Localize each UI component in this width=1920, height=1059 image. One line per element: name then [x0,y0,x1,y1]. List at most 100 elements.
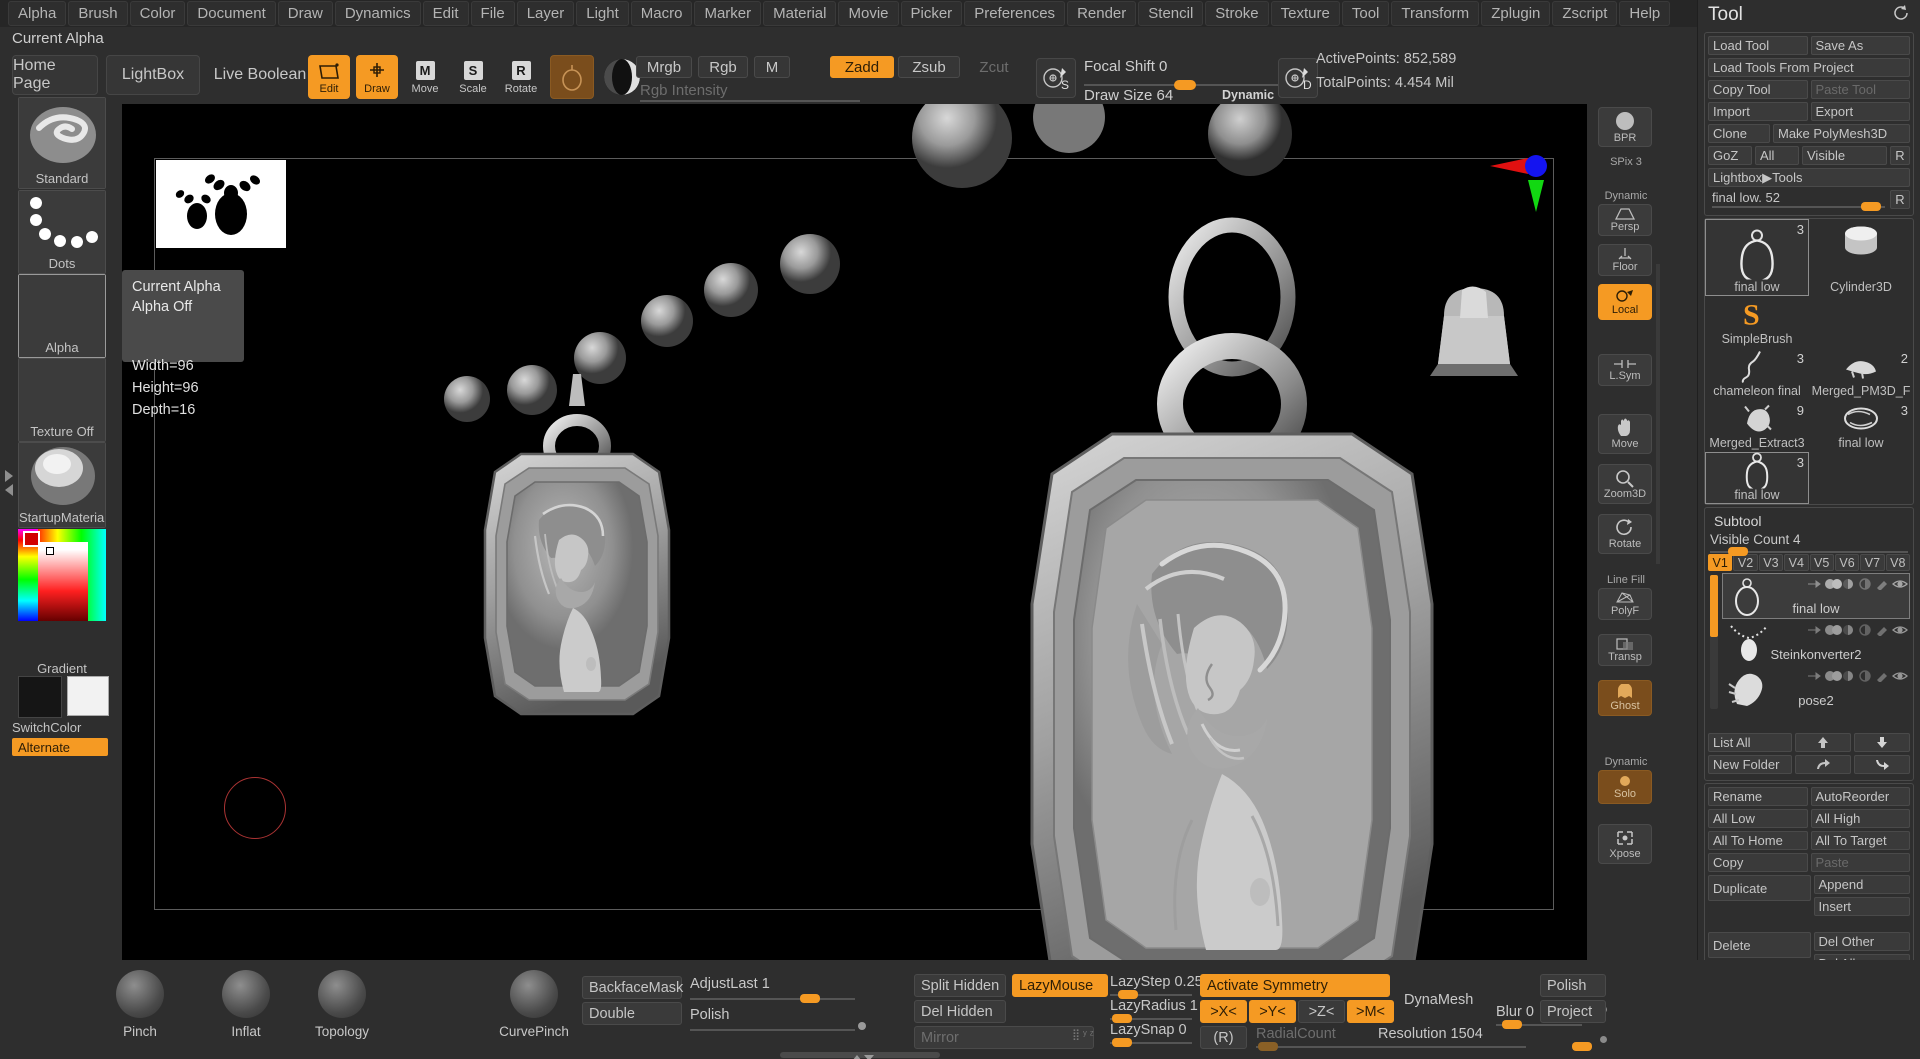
all-to-home-button[interactable]: All To Home [1708,831,1808,850]
solo-button[interactable]: Solo [1598,770,1652,804]
clone-button[interactable]: Clone [1708,124,1770,143]
alpha-selector[interactable]: Alpha [18,274,106,358]
visible-count-track[interactable] [1710,547,1908,556]
goz-button[interactable]: GoZ [1708,146,1752,165]
zcut-button[interactable]: Zcut [964,56,1024,78]
topology-brush-icon[interactable] [318,970,366,1018]
texture-selector[interactable]: Texture Off [18,358,106,442]
resolution-indicator[interactable] [1600,1036,1607,1043]
backfacemask-button[interactable]: BackfaceMask [582,976,683,999]
viewport-canvas[interactable] [122,104,1587,960]
menu-item-render[interactable]: Render [1067,1,1137,26]
all-to-target-button[interactable]: All To Target [1810,831,1910,850]
resolution-track[interactable] [1378,1046,1526,1048]
reset-icon[interactable] [1892,4,1910,27]
switch-color[interactable] [18,676,109,718]
ghost-button[interactable]: Ghost [1598,680,1652,716]
adjustlast-track[interactable] [690,998,855,1000]
rotate-button[interactable]: R Rotate [500,55,542,99]
lightbox-tools-button[interactable]: Lightbox▶Tools [1708,168,1910,187]
visibility-toggle-icon-2[interactable] [1824,623,1842,635]
menu-item-alpha[interactable]: Alpha [8,1,67,26]
tool-thumb-final-low-2[interactable]: 3 final low [1809,400,1913,452]
menu-item-zplugin[interactable]: Zplugin [1481,1,1551,26]
draw-size-label[interactable]: Draw Size 64 [1084,87,1173,104]
subtool-tab-v2[interactable]: V2 [1733,554,1758,571]
menu-item-picker[interactable]: Picker [900,1,963,26]
draw-size-dynamic-toggle[interactable]: S [1036,58,1076,98]
eye-icon-3[interactable] [1892,669,1908,681]
insert-button[interactable]: Insert [1813,897,1910,916]
contrast-icon[interactable] [1858,577,1872,590]
rgb-intensity-track[interactable] [640,100,860,102]
split-hidden-button[interactable]: Split Hidden [914,974,1006,997]
primary-color[interactable] [18,676,62,718]
polyf-button[interactable]: PolyF [1598,588,1652,620]
menu-item-stencil[interactable]: Stencil [1138,1,1204,26]
subtool-tab-v1[interactable]: V1 [1708,554,1733,571]
blur-label[interactable]: Blur 0 [1496,1004,1534,1020]
menu-item-texture[interactable]: Texture [1270,1,1340,26]
floor-button[interactable]: Floor [1598,244,1652,276]
m-button[interactable]: M [754,56,790,78]
tool-thumb-simplebrush[interactable]: S SimpleBrush [1705,296,1809,348]
subtool-item-steinkonverter2[interactable]: Steinkonverter2 [1722,619,1910,665]
lightbox-button[interactable]: LightBox [106,55,200,95]
subtool-row-icons-3[interactable] [1807,669,1908,683]
menu-item-help[interactable]: Help [1619,1,1671,26]
draw-button[interactable]: Draw [356,55,398,99]
scroll-arrows[interactable] [844,1050,880,1059]
move-down-button[interactable] [1854,733,1910,752]
rename-button[interactable]: Rename [1708,787,1808,806]
menu-item-brush[interactable]: Brush [68,1,128,26]
subtool-list[interactable]: final low Steinkonverter2 pose2 [1708,573,1910,729]
dynamic-label[interactable]: Dynamic [1222,88,1274,102]
subtool-tab-v3[interactable]: V3 [1758,554,1784,571]
half-circle-icon-2[interactable] [1841,623,1855,635]
canvas-scroll-handle[interactable] [1654,264,1662,569]
lazymouse-button[interactable]: LazyMouse [1012,974,1108,997]
subtool-scrollbar-thumb[interactable] [1710,575,1718,637]
focal-shift-knob[interactable] [1174,80,1196,90]
duplicate-button[interactable]: Duplicate [1708,875,1811,901]
zoom3d-button[interactable]: Zoom3D [1598,464,1652,504]
subtool-row-icons[interactable] [1807,577,1908,591]
scale-button[interactable]: S Scale [452,55,494,99]
subtool-tab-v4[interactable]: V4 [1784,554,1809,571]
alternate-button[interactable]: Alternate [12,738,108,756]
activate-symmetry-button[interactable]: Activate Symmetry [1200,974,1390,997]
del-hidden-button[interactable]: Del Hidden [914,1000,1006,1023]
eye-icon-2[interactable] [1892,623,1908,635]
axis-gizmo[interactable] [1488,152,1548,227]
spix-label[interactable]: SPix 3 [1588,156,1664,168]
menu-item-color[interactable]: Color [129,1,186,26]
brush-small-icon-3[interactable] [1875,669,1889,683]
half-circle-icon[interactable] [1841,577,1855,589]
stroke-selector[interactable]: Dots [18,190,106,274]
edit-button[interactable]: Edit [308,55,350,99]
current-color-swatch[interactable] [23,531,40,547]
blur-knob[interactable] [1502,1020,1522,1029]
menu-item-material[interactable]: Material [763,1,837,26]
dynamic-mode-toggle[interactable]: D [1278,58,1318,98]
move-button[interactable]: M Move [404,55,446,99]
copy-button[interactable]: Copy [1708,853,1808,872]
shelf-expand-arrows[interactable] [2,464,16,505]
tool-thumb-chameleon-final[interactable]: 3 chameleon final [1705,348,1809,400]
menu-item-zscript[interactable]: Zscript [1552,1,1618,26]
all-button[interactable]: All [1755,146,1799,165]
adjustlast-label[interactable]: AdjustLast 1 [690,976,770,992]
resolution-label[interactable]: Resolution 1504 [1378,1026,1483,1042]
menu-item-document[interactable]: Document [187,1,276,26]
lsym-button[interactable]: L.Sym [1598,354,1652,386]
new-folder-button[interactable]: New Folder [1708,755,1792,774]
eye-icon[interactable] [1892,577,1908,589]
mirror-button[interactable]: Mirror [914,1026,1094,1049]
material-selector[interactable]: StartupMaterial [18,442,106,528]
curvepinch-brush-icon[interactable] [510,970,558,1018]
symmetry-x-button[interactable]: >X< [1200,1000,1247,1023]
symmetry-z-button[interactable]: >Z< [1298,1000,1345,1023]
mrgb-button[interactable]: Mrgb [636,56,692,78]
make-polymesh3d-button[interactable]: Make PolyMesh3D [1773,124,1910,143]
adjustlast-knob[interactable] [800,994,820,1003]
